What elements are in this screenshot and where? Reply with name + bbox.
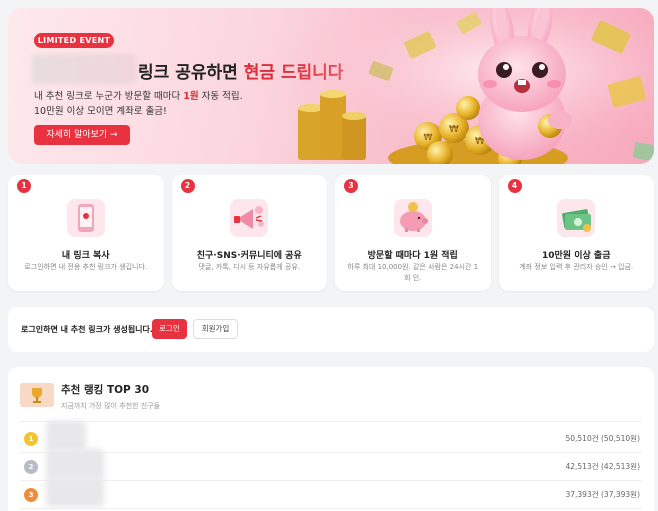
signup-button[interactable]: 회원가입 [193, 319, 238, 339]
blurred-user-name [46, 449, 104, 479]
referral-count: 42,513건 (42,513원) [565, 462, 640, 471]
cash-withdraw-icon [557, 199, 596, 237]
gold-medal-icon: 1 [24, 432, 38, 446]
step-number-badge: 4 [507, 179, 522, 193]
step-title: 방문할 때마다 1원 적립 [367, 251, 458, 261]
step-card: 4 10만원 이상 출금 계좌 정보 입력 후 관리자 승인 → 입금. [498, 175, 654, 291]
step-title: 10만원 이상 출금 [542, 251, 611, 261]
referral-count: 50,510건 (50,510원) [565, 434, 640, 443]
learn-more-button[interactable]: 자세히 알아보기 → [34, 125, 130, 145]
piggy-bank-icon [393, 199, 432, 237]
silver-medal-icon: 2 [24, 460, 38, 474]
banner-desc-line-1: 내 추천 링크로 누군가 방문할 때마다 1원 자동 적립. [34, 89, 243, 104]
banner-description: 내 추천 링크로 누군가 방문할 때마다 1원 자동 적립. 10만원 이상 모… [34, 89, 243, 119]
login-button[interactable]: 로그인 [152, 319, 187, 339]
ranking-row: 2 42,513건 (42,513원) [20, 449, 642, 481]
step-number-badge: 1 [17, 179, 31, 193]
ranking-row: 3 37,393건 (37,393원) [20, 477, 642, 509]
login-prompt: 로그인하면 내 추천 링크가 생성됩니다. 로그인 회원가입 [8, 307, 654, 352]
trophy-icon [20, 383, 54, 407]
step-title: 친구·SNS·커뮤니티에 공유 [196, 251, 302, 261]
divider [20, 421, 642, 422]
ranking-subtitle: 지금까지 가장 많이 추천한 친구들 [61, 402, 161, 410]
bunny-coins-illustration: ₩ ₩ ₩ [278, 8, 654, 164]
step-card: 1 내 링크 복사 로그인하면 내 전용 추천 링크가 생깁니다. [8, 175, 164, 291]
svg-text:₩: ₩ [449, 124, 459, 135]
step-number-badge: 3 [344, 179, 358, 193]
svg-text:₩: ₩ [424, 133, 433, 143]
how-it-works-steps: 1 내 링크 복사 로그인하면 내 전용 추천 링크가 생깁니다. 2 친구·S… [8, 175, 654, 291]
step-description: 하루 최대 10,000원. 같은 사람은 24시간 1회 인. [347, 263, 479, 282]
step-description: 계좌 정보 입력 후 관리자 승인 → 입금. [519, 263, 634, 271]
share-megaphone-icon [230, 199, 269, 237]
step-card: 3 방문할 때마다 1원 적립 하루 최대 10,000원. 같은 사람은 24… [335, 175, 491, 291]
step-description: 로그인하면 내 전용 추천 링크가 생깁니다. [24, 263, 148, 271]
ranking-row: 1 50,510건 (50,510원) [20, 421, 642, 453]
ranking-title: 추천 랭킹 TOP 30 [61, 384, 150, 396]
event-banner: LIMITED EVENT 링크 공유하면 현금 드립니다 내 추천 링크로 누… [8, 8, 654, 164]
desc-amount: 1원 [183, 91, 199, 102]
bronze-medal-icon: 3 [24, 488, 38, 502]
banner-title-prefix: 링크 공유하면 [138, 63, 244, 83]
blurred-user-name [46, 477, 104, 507]
blurred-user-name [46, 421, 86, 451]
step-title: 내 링크 복사 [61, 251, 110, 261]
step-description: 댓글, 카톡, 디시 등 자유롭게 공유. [198, 263, 301, 271]
referral-ranking: 추천 랭킹 TOP 30 지금까지 가장 많이 추천한 친구들 1 50,510… [8, 367, 654, 511]
desc-text-a: 내 추천 링크로 누군가 방문할 때마다 [34, 91, 184, 102]
desc-text-b: 자동 적립. [198, 91, 243, 102]
login-prompt-text: 로그인하면 내 추천 링크가 생성됩니다. [21, 325, 153, 334]
step-number-badge: 2 [180, 179, 195, 193]
limited-event-badge: LIMITED EVENT [34, 33, 114, 48]
blurred-brand-name [32, 54, 136, 84]
banner-desc-line-2: 10만원 이상 모이면 계좌로 출금! [34, 106, 167, 117]
referral-count: 37,393건 (37,393원) [565, 490, 640, 499]
step-card: 2 친구·SNS·커뮤니티에 공유 댓글, 카톡, 디시 등 자유롭게 공유. [171, 175, 327, 291]
phone-link-icon [66, 199, 105, 237]
